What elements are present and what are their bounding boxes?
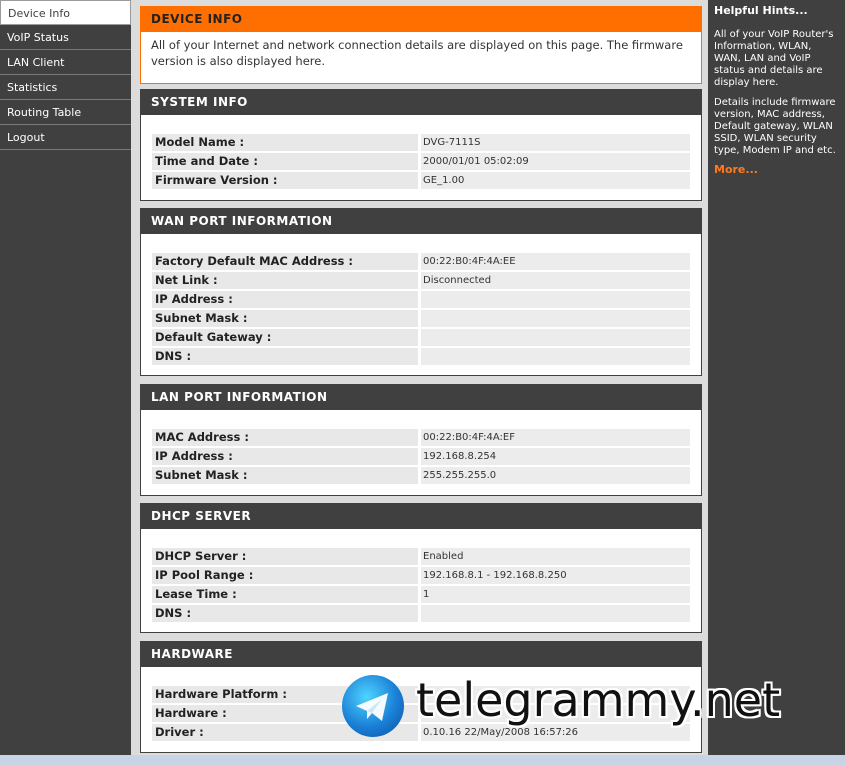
system-info-title: SYSTEM INFO	[141, 90, 701, 115]
row-value: 192.168.8.1 - 192.168.8.250	[421, 567, 690, 584]
watermark-text: telegrammy.net	[416, 673, 781, 727]
row-label: Time and Date :	[152, 153, 418, 170]
table-row: Firmware Version : GE_1.00	[152, 172, 690, 191]
row-label: Subnet Mask :	[152, 310, 418, 327]
system-info-section: SYSTEM INFO Model Name : DVG-7111S Time a…	[140, 89, 702, 201]
row-label: IP Pool Range :	[152, 567, 418, 584]
row-label: DHCP Server :	[152, 548, 418, 565]
wan-title: WAN PORT INFORMATION	[141, 209, 701, 234]
lan-title: LAN PORT INFORMATION	[141, 385, 701, 410]
row-value: 00:22:B0:4F:4A:EE	[421, 253, 690, 270]
hints-more-link[interactable]: More...	[708, 157, 845, 182]
table-row: Subnet Mask :	[152, 310, 690, 329]
row-label: Firmware Version :	[152, 172, 418, 189]
system-info-table: Model Name : DVG-7111S Time and Date :200…	[152, 134, 690, 191]
row-label: Subnet Mask :	[152, 467, 418, 484]
device-info-title: DEVICE INFO	[141, 7, 701, 32]
row-value: 255.255.255.0	[421, 467, 690, 484]
dhcp-title: DHCP SERVER	[141, 504, 701, 529]
row-value: Disconnected	[421, 272, 690, 289]
row-label: Lease Time :	[152, 586, 418, 603]
row-value: Enabled	[421, 548, 690, 565]
table-row: Factory Default MAC Address :00:22:B0:4F…	[152, 253, 690, 272]
wan-section: WAN PORT INFORMATION Factory Default MAC…	[140, 208, 702, 376]
table-row: Lease Time :1	[152, 586, 690, 605]
telegram-logo-icon	[342, 675, 404, 737]
row-value	[421, 605, 690, 622]
hardware-title: HARDWARE	[141, 642, 701, 667]
row-value	[421, 329, 690, 346]
hints-title: Helpful Hints...	[714, 4, 808, 17]
device-info-section: DEVICE INFO All of your Internet and net…	[140, 6, 702, 84]
nav-item-lan-client[interactable]: LAN Client	[0, 50, 131, 75]
table-row: Subnet Mask :255.255.255.0	[152, 467, 690, 486]
table-row: DNS :	[152, 605, 690, 624]
nav-item-logout[interactable]: Logout	[0, 125, 131, 150]
nav-item-routing-table[interactable]: Routing Table	[0, 100, 131, 125]
hints-text-2: Details include firmware version, MAC ad…	[714, 97, 836, 156]
table-row: MAC Address :00:22:B0:4F:4A:EF	[152, 429, 690, 448]
row-value: DVG-7111S	[421, 134, 690, 151]
wan-table: Factory Default MAC Address :00:22:B0:4F…	[152, 253, 690, 367]
row-label: Default Gateway :	[152, 329, 418, 346]
row-value: 2000/01/01 05:02:09	[421, 153, 690, 170]
row-value: 192.168.8.254	[421, 448, 690, 465]
row-value	[421, 348, 690, 365]
helpful-hints-panel: Helpful Hints... All of your VoIP Router…	[708, 0, 845, 765]
table-row: Net Link : Disconnected	[152, 272, 690, 291]
row-label: IP Address :	[152, 448, 418, 465]
row-value: 1	[421, 586, 690, 603]
row-label: Factory Default MAC Address :	[152, 253, 418, 270]
table-row: IP Address :	[152, 291, 690, 310]
device-info-description: All of your Internet and network connect…	[151, 38, 683, 68]
table-row: DNS :	[152, 348, 690, 367]
hints-text-1: All of your VoIP Router's Information, W…	[714, 29, 834, 88]
row-label: DNS :	[152, 348, 418, 365]
watermark: telegrammy.net	[340, 671, 820, 741]
table-row: IP Address :192.168.8.254	[152, 448, 690, 467]
table-row: Time and Date :2000/01/01 05:02:09	[152, 153, 690, 172]
row-label: DNS :	[152, 605, 418, 622]
nav-item-statistics[interactable]: Statistics	[0, 75, 131, 100]
taskbar-strip	[0, 755, 845, 765]
row-label: Model Name :	[152, 134, 418, 151]
main-content: DEVICE INFO All of your Internet and net…	[131, 0, 708, 765]
nav-item-device-info[interactable]: Device Info	[0, 0, 131, 25]
left-nav: Device Info VoIP Status LAN Client Stati…	[0, 0, 131, 765]
row-label: IP Address :	[152, 291, 418, 308]
row-value	[421, 291, 690, 308]
table-row: Model Name : DVG-7111S	[152, 134, 690, 153]
table-row: IP Pool Range :192.168.8.1 - 192.168.8.2…	[152, 567, 690, 586]
lan-table: MAC Address :00:22:B0:4F:4A:EF IP Addres…	[152, 429, 690, 486]
nav-item-voip-status[interactable]: VoIP Status	[0, 25, 131, 50]
row-value: 00:22:B0:4F:4A:EF	[421, 429, 690, 446]
dhcp-section: DHCP SERVER DHCP Server : Enabled IP Pool…	[140, 503, 702, 633]
table-row: Default Gateway :	[152, 329, 690, 348]
table-row: DHCP Server : Enabled	[152, 548, 690, 567]
row-label: MAC Address :	[152, 429, 418, 446]
dhcp-table: DHCP Server : Enabled IP Pool Range :192.…	[152, 548, 690, 624]
row-value: GE_1.00	[421, 172, 690, 189]
row-label: Net Link :	[152, 272, 418, 289]
row-value	[421, 310, 690, 327]
lan-section: LAN PORT INFORMATION MAC Address :00:22:…	[140, 384, 702, 496]
